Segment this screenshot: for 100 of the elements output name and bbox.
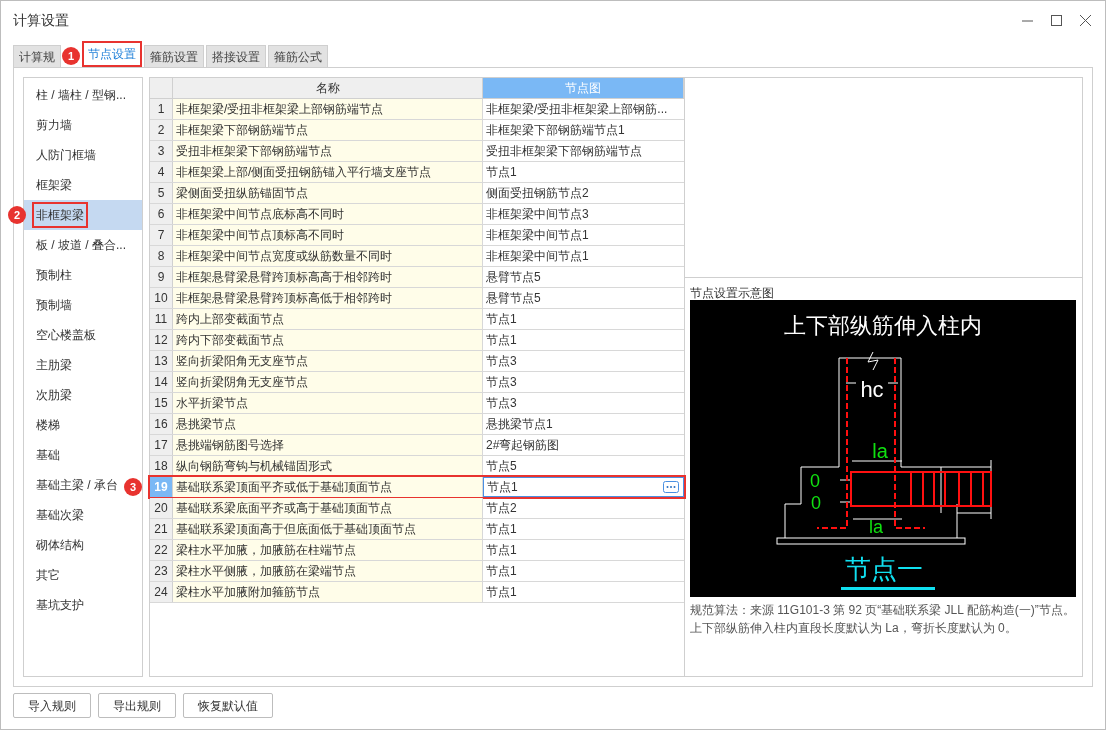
callout-badge: 2 (8, 206, 26, 224)
row-number: 14 (150, 372, 173, 392)
table-cell[interactable]: 节点3 (483, 372, 684, 392)
table-cell: 纵向钢筋弯钩与机械锚固形式 (173, 456, 483, 476)
table-cell: 梁柱水平加腋，加腋筋在柱端节点 (173, 540, 483, 560)
sidebar-item[interactable]: 次肋梁 (24, 380, 72, 410)
table-cell[interactable]: 节点1 (483, 162, 684, 182)
table-cell: 水平折梁节点 (173, 393, 483, 413)
table-cell: 梁柱水平侧腋，加腋筋在梁端节点 (173, 561, 483, 581)
column-header[interactable]: 名称 (173, 78, 483, 98)
row-number: 13 (150, 351, 173, 371)
maximize-icon[interactable] (1051, 14, 1062, 26)
table-cell[interactable]: 节点1 (483, 309, 684, 329)
action-button[interactable]: 恢复默认值 (183, 693, 273, 718)
table-cell: 基础联系梁顶面高于但底面低于基础顶面节点 (173, 519, 483, 539)
sidebar-item[interactable]: 主肋梁 (24, 350, 72, 380)
row-number: 9 (150, 267, 173, 287)
row-number: 12 (150, 330, 173, 350)
row-number: 11 (150, 309, 173, 329)
table-cell: 竖向折梁阳角无支座节点 (173, 351, 483, 371)
sidebar-item[interactable]: 基坑支护 (24, 590, 84, 620)
ellipsis-icon[interactable] (663, 481, 679, 493)
table-cell[interactable]: 受扭非框架梁下部钢筋端节点 (483, 141, 684, 161)
tab[interactable]: 计算规 (13, 45, 61, 67)
sidebar-item[interactable]: 预制墙 (24, 290, 72, 320)
tab[interactable]: 搭接设置 (206, 45, 266, 67)
sidebar-item[interactable]: 砌体结构 (24, 530, 84, 560)
sidebar-item[interactable]: 非框架梁 (24, 200, 142, 230)
table-cell: 梁侧面受扭纵筋锚固节点 (173, 183, 483, 203)
table-cell[interactable]: 非框架梁下部钢筋端节点1 (483, 120, 684, 140)
sidebar-item[interactable]: 其它 (24, 560, 60, 590)
table-cell: 非框架梁上部/侧面受扭钢筋锚入平行墙支座节点 (173, 162, 483, 182)
table-cell: 非框架梁中间节点宽度或纵筋数量不同时 (173, 246, 483, 266)
window-title: 计算设置 (13, 10, 69, 30)
action-button[interactable]: 导入规则 (13, 693, 91, 718)
table-cell[interactable]: 节点3 (483, 393, 684, 413)
row-number: 23 (150, 561, 173, 581)
table-cell[interactable]: 非框架梁中间节点3 (483, 204, 684, 224)
table-cell[interactable]: 悬挑梁节点1 (483, 414, 684, 434)
table-cell[interactable]: 悬臂节点5 (483, 288, 684, 308)
table-cell[interactable]: 节点2 (483, 498, 684, 518)
tab[interactable]: 节点设置 (82, 41, 142, 67)
row-number: 15 (150, 393, 173, 413)
table-cell[interactable]: 节点5 (483, 456, 684, 476)
sidebar-item[interactable]: 人防门框墙 (24, 140, 96, 170)
sidebar-item[interactable]: 板 / 坡道 / 叠合... (24, 230, 126, 260)
row-number: 1 (150, 99, 173, 119)
row-number: 10 (150, 288, 173, 308)
table-cell: 竖向折梁阴角无支座节点 (173, 372, 483, 392)
action-button[interactable]: 导出规则 (98, 693, 176, 718)
table-cell[interactable]: 非框架梁中间节点1 (483, 246, 684, 266)
row-number: 16 (150, 414, 173, 434)
table-cell[interactable]: 节点3 (483, 351, 684, 371)
preview-label: 节点设置示意图 (690, 285, 775, 300)
table-cell[interactable]: 侧面受扭钢筋节点2 (483, 183, 684, 203)
table-cell: 梁柱水平加腋附加箍筋节点 (173, 582, 483, 602)
table-cell[interactable]: 非框架梁中间节点1 (483, 225, 684, 245)
table-cell[interactable]: 悬臂节点5 (483, 267, 684, 287)
table-cell[interactable]: 节点1 (483, 540, 684, 560)
table-cell[interactable]: 节点1 (483, 582, 684, 602)
sidebar-item[interactable]: 框架梁 (24, 170, 72, 200)
sidebar-item[interactable]: 剪力墙 (24, 110, 72, 140)
table-cell: 非框架悬臂梁悬臂跨顶标高高于相邻跨时 (173, 267, 483, 287)
row-number: 3 (150, 141, 173, 161)
table-cell[interactable]: 2#弯起钢筋图 (483, 435, 684, 455)
close-icon[interactable] (1080, 14, 1091, 26)
table-cell: 非框架梁中间节点底标高不同时 (173, 204, 483, 224)
sidebar-item[interactable]: 楼梯 (24, 410, 60, 440)
sidebar-item[interactable]: 柱 / 墙柱 / 型钢... (24, 80, 126, 110)
table-cell: 非框架悬臂梁悬臂跨顶标高低于相邻跨时 (173, 288, 483, 308)
table-cell[interactable]: 节点1 (483, 330, 684, 350)
sidebar-item[interactable]: 空心楼盖板 (24, 320, 96, 350)
tab[interactable]: 箍筋公式 (268, 45, 328, 67)
table-cell: 跨内下部变截面节点 (173, 330, 483, 350)
table-cell[interactable]: 节点1 (483, 477, 684, 497)
table-cell[interactable]: 非框架梁/受扭非框架梁上部钢筋... (483, 99, 684, 119)
sidebar-item[interactable]: 基础 (24, 440, 60, 470)
tab[interactable]: 箍筋设置 (144, 45, 204, 67)
row-number: 5 (150, 183, 173, 203)
row-number: 19 (150, 477, 173, 497)
table-cell: 非框架梁中间节点顶标高不同时 (173, 225, 483, 245)
table-cell: 基础联系梁底面平齐或高于基础顶面节点 (173, 498, 483, 518)
row-number: 24 (150, 582, 173, 602)
table-cell: 悬挑梁节点 (173, 414, 483, 434)
row-number: 6 (150, 204, 173, 224)
description-text: 规范算法：来源 11G101-3 第 92 页“基础联系梁 JLL 配筋构造(一)”节点。上下部纵筋伸入柱内直段长度默认为 La，弯折长度默认为 0。 (690, 602, 1076, 637)
table-cell: 非框架梁下部钢筋端节点 (173, 120, 483, 140)
table-cell[interactable]: 节点1 (483, 561, 684, 581)
row-number: 22 (150, 540, 173, 560)
row-number: 8 (150, 246, 173, 266)
sidebar-item[interactable]: 预制柱 (24, 260, 72, 290)
sidebar-item[interactable]: 基础次梁 (24, 500, 84, 530)
sidebar-item[interactable]: 基础主梁 / 承台 (24, 470, 118, 500)
table-cell: 悬挑端钢筋图号选择 (173, 435, 483, 455)
table-cell[interactable]: 节点1 (483, 519, 684, 539)
row-number: 18 (150, 456, 173, 476)
row-number: 21 (150, 519, 173, 539)
table-cell: 非框架梁/受扭非框架梁上部钢筋端节点 (173, 99, 483, 119)
row-number: 4 (150, 162, 173, 182)
row-number: 2 (150, 120, 173, 140)
